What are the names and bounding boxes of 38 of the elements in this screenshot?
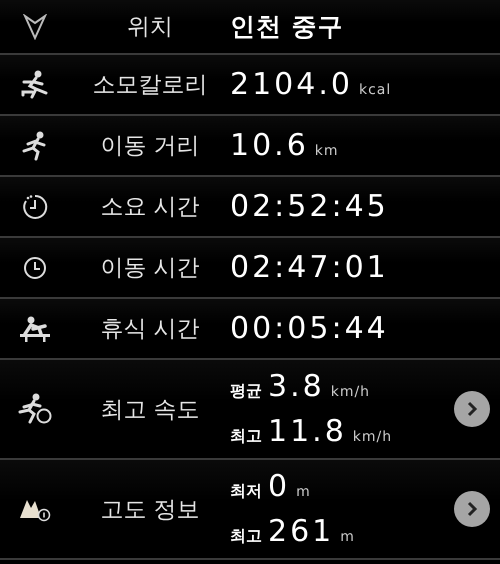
stat-label: 고도 정보 [99, 496, 201, 524]
stat-value: 0 [268, 469, 290, 504]
stat-value: 261 [268, 514, 334, 549]
location-value: 인천 중구 [230, 11, 345, 43]
unit-label: km/h [330, 384, 370, 400]
stat-value: 10.6 [230, 128, 309, 163]
chevron-right-icon [466, 501, 478, 517]
details-button[interactable] [454, 391, 490, 427]
stat-label: 소모칼로리 [92, 71, 208, 100]
stat-label: 위치 [126, 13, 174, 42]
timer-icon [21, 192, 49, 220]
stat-value: 3.8 [268, 369, 325, 404]
stat-label: 최고 속도 [99, 396, 201, 424]
runner-speed-icon [18, 393, 52, 425]
stat-value: 2104.0 [230, 67, 353, 102]
stat-value: 02:47:01 [230, 250, 389, 285]
stat-prefix: 최고 [230, 526, 262, 547]
unit-label: m [340, 529, 355, 545]
chevron-right-icon [466, 401, 478, 417]
stat-label: 이동 시간 [99, 254, 201, 283]
unit-label: m [296, 484, 311, 500]
unit-label: km/h [352, 429, 392, 445]
resting-person-icon [19, 316, 51, 342]
stat-label: 소요 시간 [99, 193, 201, 222]
stat-value: 00:05:44 [230, 311, 389, 346]
stat-label: 휴식 시간 [99, 315, 201, 344]
unit-label: km [314, 143, 339, 159]
arrow-icon [23, 14, 47, 40]
stat-prefix: 최고 [230, 426, 262, 447]
stat-prefix: 최저 [230, 481, 262, 502]
stat-value: 11.8 [268, 414, 347, 449]
stat-label: 이동 거리 [99, 132, 201, 161]
unit-label: kcal [358, 82, 392, 98]
runner-icon [20, 70, 50, 100]
clock-icon [23, 256, 47, 280]
details-button[interactable] [454, 491, 490, 527]
stat-prefix: 평균 [230, 381, 262, 402]
stat-value: 02:52:45 [230, 189, 389, 224]
